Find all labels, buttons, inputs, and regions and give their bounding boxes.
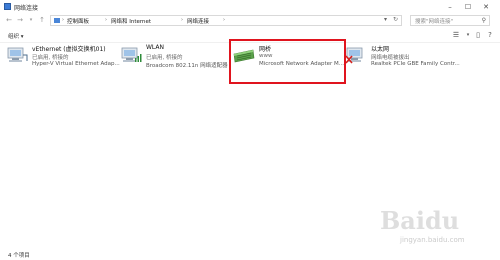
status-bar: 4 个项目 xyxy=(0,251,500,260)
search-placeholder: 搜索"网络连接" xyxy=(415,19,454,25)
maximize-icon[interactable]: ☐ xyxy=(460,0,476,14)
breadcrumb-network-internet[interactable]: 网络和 Internet xyxy=(111,17,151,25)
title-bar: 网络连接 – ☐ ✕ xyxy=(0,0,500,14)
adapter-status: 网络电缆被拔出 xyxy=(371,55,410,61)
adapter-name: vEthernet (虚拟交换机01) xyxy=(32,46,106,53)
refresh-icon[interactable]: ↻ xyxy=(393,16,398,23)
search-icon[interactable]: ⚲ xyxy=(482,17,486,24)
address-bar[interactable]: › 控制面板 › 网络和 Internet › 网络连接 › ▾ ↻ xyxy=(50,15,402,26)
adapter-device: Broadcom 802.11n 网络适配器 xyxy=(146,63,228,69)
minimize-icon[interactable]: – xyxy=(442,0,458,14)
adapter-wlan[interactable]: WLAN 已启用, 桥接的 Broadcom 802.11n 网络适配器 xyxy=(120,40,230,78)
adapter-device: Hyper-V Virtual Ethernet Adap... xyxy=(32,61,120,67)
adapter-status: 已启用, 桥接的 xyxy=(32,55,69,61)
organize-button[interactable]: 组织 ▾ xyxy=(8,32,24,40)
wireless-adapter-icon xyxy=(121,47,142,62)
ethernet-adapter-icon xyxy=(7,47,28,62)
adapter-name: WLAN xyxy=(146,44,165,51)
breadcrumb-separator-icon: › xyxy=(181,17,183,23)
breadcrumb-control-panel[interactable]: 控制面板 xyxy=(67,17,89,25)
adapter-status: 已启用, 桥接的 xyxy=(146,55,183,61)
close-icon[interactable]: ✕ xyxy=(478,0,494,14)
view-options-chevron-icon[interactable]: ▾ xyxy=(464,31,472,39)
network-folder-icon xyxy=(54,18,60,23)
preview-pane-icon[interactable]: ▯ xyxy=(474,31,482,39)
watermark-url: jingyan.baidu.com xyxy=(400,236,465,244)
adapter-vethernet[interactable]: vEthernet (虚拟交换机01) 已启用, 桥接的 Hyper-V Vir… xyxy=(6,40,124,78)
watermark-logo: Baidu xyxy=(380,206,460,235)
chevron-down-icon[interactable]: ▾ xyxy=(384,16,387,23)
item-count: 4 个项目 xyxy=(8,253,30,259)
breadcrumb-separator-icon: › xyxy=(105,17,107,23)
selection-highlight-box xyxy=(229,39,346,84)
breadcrumb-separator-icon: › xyxy=(223,17,225,23)
change-view-icon[interactable]: ☰ xyxy=(452,31,460,39)
up-icon[interactable]: ↑ xyxy=(37,15,47,26)
network-folder-icon xyxy=(4,3,11,10)
breadcrumb-network-connections[interactable]: 网络连接 xyxy=(187,17,209,25)
adapter-device: Realtek PCIe GBE Family Contr... xyxy=(371,61,460,67)
recent-locations-icon[interactable]: ▾ xyxy=(26,15,36,26)
adapter-name: 以太网 xyxy=(371,46,390,53)
baidu-watermark: Baidu jingyan.baidu.com xyxy=(380,206,490,248)
window-title: 网络连接 xyxy=(14,5,39,12)
help-icon[interactable]: ? xyxy=(486,31,494,39)
search-input[interactable]: 搜索"网络连接" ⚲ xyxy=(410,15,490,26)
adapter-ethernet[interactable]: 以太网 网络电缆被拔出 Realtek PCIe GBE Family Cont… xyxy=(345,40,460,78)
breadcrumb-separator-icon: › xyxy=(62,17,64,23)
ethernet-disconnected-icon xyxy=(345,47,363,64)
forward-icon[interactable]: → xyxy=(15,15,25,26)
back-icon[interactable]: ← xyxy=(4,15,14,26)
